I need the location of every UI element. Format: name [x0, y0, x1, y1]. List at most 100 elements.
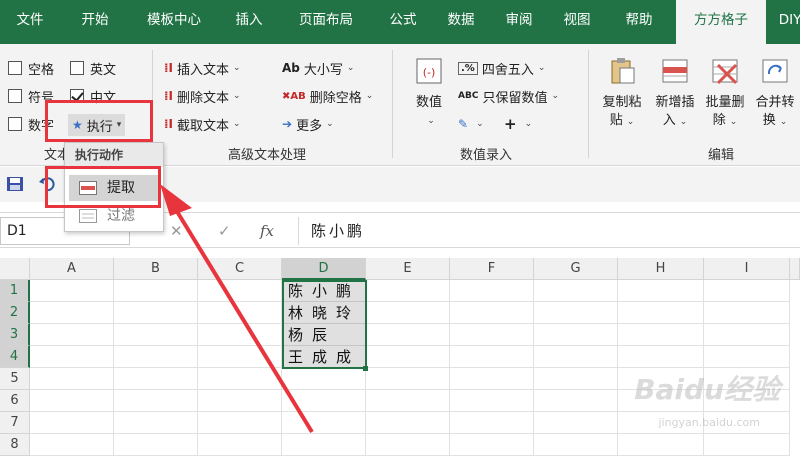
cell-d2[interactable]: 林晓玲: [284, 302, 360, 324]
grid-cell[interactable]: [534, 412, 618, 434]
column-header[interactable]: B: [114, 258, 198, 280]
numeric-value-button[interactable]: (-) 数值 ⌄: [404, 56, 454, 130]
grid-cell[interactable]: [366, 324, 450, 346]
grid-cell[interactable]: [366, 346, 450, 368]
cell-d1[interactable]: 陈小鹏: [284, 280, 360, 302]
grid-cell[interactable]: [30, 390, 114, 412]
tab-help[interactable]: 帮助: [614, 0, 664, 44]
grid-cell[interactable]: [30, 368, 114, 390]
grid-cell[interactable]: [450, 346, 534, 368]
checkbox-space[interactable]: 空格: [8, 58, 54, 78]
grid-cell[interactable]: [282, 434, 366, 456]
round-button[interactable]: .% 四舍五入 ⌄: [458, 58, 545, 78]
tab-diy[interactable]: DIY: [770, 0, 800, 44]
grid-cell[interactable]: [366, 412, 450, 434]
grid-cell[interactable]: [366, 434, 450, 456]
grid-cell[interactable]: [618, 434, 704, 456]
grid-cell[interactable]: [198, 302, 282, 324]
grid-cell[interactable]: [534, 390, 618, 412]
grid-cell[interactable]: [618, 280, 704, 302]
grid-cell[interactable]: [114, 280, 198, 302]
tab-formulas[interactable]: 公式: [378, 0, 428, 44]
grid-cell[interactable]: [114, 390, 198, 412]
grid-cell[interactable]: [450, 434, 534, 456]
grid-cell[interactable]: [30, 434, 114, 456]
grid-cell[interactable]: [114, 412, 198, 434]
grid-cell[interactable]: [366, 390, 450, 412]
row-header[interactable]: 6: [0, 390, 30, 412]
batch-delete-button[interactable]: 批量删 除 ⌄: [700, 56, 750, 131]
grid-cell[interactable]: [704, 280, 790, 302]
extract-text-button[interactable]: ⁞I 截取文本 ⌄: [164, 114, 241, 134]
grid-cell[interactable]: [114, 324, 198, 346]
grid-cell[interactable]: [30, 412, 114, 434]
grid-cell[interactable]: [198, 434, 282, 456]
column-header[interactable]: D: [282, 258, 366, 280]
grid-cell[interactable]: [618, 346, 704, 368]
grid-cell[interactable]: [618, 302, 704, 324]
edit-value-button[interactable]: ✎ ⌄: [458, 114, 484, 134]
grid-cell[interactable]: [534, 280, 618, 302]
grid-cell[interactable]: [114, 434, 198, 456]
grid-cell[interactable]: [114, 346, 198, 368]
delete-space-button[interactable]: ✖AB 删除空格 ⌄: [282, 86, 373, 106]
grid-cell[interactable]: [704, 324, 790, 346]
row-header[interactable]: 4: [0, 346, 30, 368]
tab-fangfanggezi[interactable]: 方方格子: [676, 0, 766, 44]
select-all-corner[interactable]: [0, 258, 30, 280]
tab-page-layout[interactable]: 页面布局: [284, 0, 368, 44]
grid-cell[interactable]: [534, 434, 618, 456]
grid-cell[interactable]: [450, 324, 534, 346]
grid-cell[interactable]: [198, 412, 282, 434]
column-header[interactable]: G: [534, 258, 618, 280]
tab-home[interactable]: 开始: [70, 0, 120, 44]
tab-review[interactable]: 审阅: [494, 0, 544, 44]
grid-cell[interactable]: [366, 280, 450, 302]
row-header[interactable]: 2: [0, 302, 30, 324]
row-header[interactable]: 5: [0, 368, 30, 390]
grid-cell[interactable]: [198, 368, 282, 390]
grid-cell[interactable]: [450, 390, 534, 412]
add-button[interactable]: + ⌄: [504, 114, 532, 134]
cell-d4[interactable]: 王成成: [284, 346, 360, 368]
row-header[interactable]: 8: [0, 434, 30, 456]
grid-cell[interactable]: [450, 280, 534, 302]
column-header[interactable]: A: [30, 258, 114, 280]
grid-cell[interactable]: [30, 324, 114, 346]
grid-cell[interactable]: [534, 324, 618, 346]
grid-cell[interactable]: [366, 368, 450, 390]
grid-cell[interactable]: [534, 302, 618, 324]
grid-cell[interactable]: [704, 346, 790, 368]
grid-cell[interactable]: [30, 346, 114, 368]
column-header[interactable]: I: [704, 258, 790, 280]
grid-cell[interactable]: [114, 302, 198, 324]
tab-insert[interactable]: 插入: [224, 0, 274, 44]
grid-cell[interactable]: [198, 324, 282, 346]
grid-cell[interactable]: [114, 368, 198, 390]
cell-d3[interactable]: 杨辰: [284, 324, 336, 346]
fill-handle[interactable]: [363, 366, 368, 371]
grid-cell[interactable]: [198, 280, 282, 302]
delete-text-button[interactable]: ⁞I 删除文本 ⌄: [164, 86, 241, 106]
copy-paste-button[interactable]: 复制粘 贴 ⌄: [596, 56, 648, 131]
grid-cell[interactable]: [704, 302, 790, 324]
grid-cell[interactable]: [282, 412, 366, 434]
more-button[interactable]: ➔ 更多 ⌄: [282, 114, 334, 134]
save-icon[interactable]: [6, 176, 24, 192]
grid-cell[interactable]: [618, 324, 704, 346]
column-header[interactable]: C: [198, 258, 282, 280]
case-button[interactable]: Ab 大小写 ⌄: [282, 58, 354, 78]
column-header[interactable]: F: [450, 258, 534, 280]
row-header[interactable]: 3: [0, 324, 30, 346]
column-header[interactable]: H: [618, 258, 704, 280]
insert-function-icon[interactable]: fx: [260, 217, 274, 245]
tab-data[interactable]: 数据: [436, 0, 486, 44]
merge-convert-button[interactable]: 合并转 换 ⌄: [750, 56, 800, 131]
grid-cell[interactable]: [30, 280, 114, 302]
grid-cell[interactable]: [282, 390, 366, 412]
cancel-icon[interactable]: ✕: [170, 217, 183, 245]
confirm-icon[interactable]: ✓: [218, 217, 231, 245]
tab-view[interactable]: 视图: [552, 0, 602, 44]
row-header[interactable]: 7: [0, 412, 30, 434]
formula-input[interactable]: 陈小鹏: [298, 217, 800, 245]
